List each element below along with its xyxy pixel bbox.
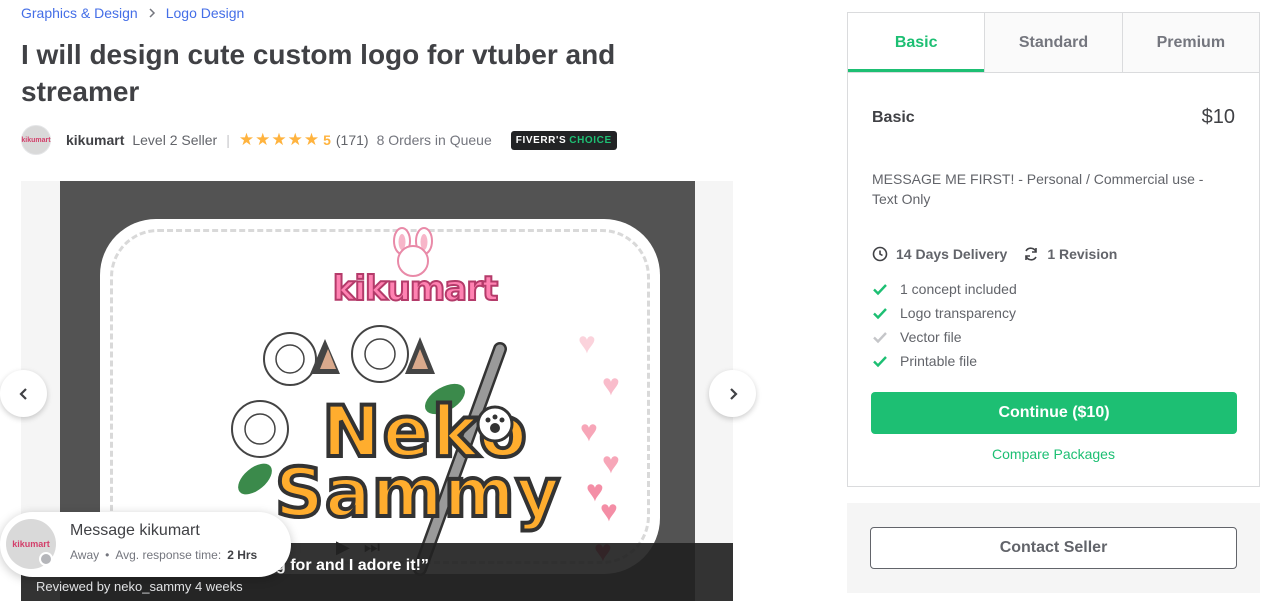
message-avatar-logo: kikumart — [12, 539, 50, 549]
feature-item: 1 concept included — [872, 277, 1017, 301]
delivery-label: 14 Days Delivery — [896, 246, 1008, 262]
package-card: Basic Standard Premium Basic $10 MESSAGE… — [847, 12, 1260, 487]
heart-icon: ♥ — [602, 369, 620, 402]
breadcrumb-link-graphics-design[interactable]: Graphics & Design — [21, 5, 138, 21]
contact-seller-section: Contact Seller — [847, 503, 1260, 593]
seller-avatar-logo: kikumart — [21, 136, 51, 144]
gig-title: I will design cute custom logo for vtube… — [21, 39, 616, 107]
paw-badge-icon — [476, 405, 514, 443]
star-icon: ★ — [238, 130, 255, 149]
skip-next-icon[interactable]: ⏭ — [364, 537, 380, 558]
delivery-time: 14 Days Delivery — [872, 246, 1007, 262]
badge-prefix: FIVERR'S — [515, 134, 567, 146]
review-quote: g for and I adore it!” — [276, 557, 429, 574]
star-icon: ★ — [303, 130, 320, 149]
chevron-right-icon — [148, 8, 156, 18]
heart-icon: ♥ — [600, 495, 618, 528]
response-time-value: 2 Hrs — [227, 548, 258, 562]
tab-standard[interactable]: Standard — [984, 13, 1122, 72]
compare-packages-link[interactable]: Compare Packages — [848, 446, 1259, 462]
response-time-label: Avg. response time: — [115, 548, 222, 562]
feature-label: Printable file — [900, 353, 978, 369]
divider: | — [226, 132, 230, 148]
breadcrumb: Graphics & Design Logo Design — [21, 5, 244, 21]
media-controls: ▶ ⏭ — [336, 537, 380, 558]
revision-label: 1 Revision — [1047, 246, 1118, 262]
feature-list: 1 concept included Logo transparency Vec… — [872, 277, 1017, 373]
contact-seller-button[interactable]: Contact Seller — [870, 527, 1237, 569]
seller-overview: kikumart kikumart Level 2 Seller | ★ ★ ★… — [21, 125, 617, 155]
artwork-line-2: Sammy — [273, 454, 562, 533]
package-header: Basic $10 — [872, 106, 1235, 129]
message-seller-status: Away • Avg. response time: 2 Hrs — [70, 548, 257, 562]
revision-count: 1 Revision — [1023, 246, 1117, 262]
star-icon: ★ — [271, 130, 287, 149]
breadcrumb-link-logo-design[interactable]: Logo Design — [166, 5, 245, 21]
star-icon: ★ — [287, 130, 303, 149]
fiverrs-choice-badge: FIVERR'S CHOICE — [510, 130, 617, 150]
review-count[interactable]: (171) — [336, 132, 369, 148]
message-seller-widget[interactable]: kikumart Message kikumart Away • Avg. re… — [0, 512, 291, 577]
clock-icon — [872, 246, 888, 262]
feature-label: Logo transparency — [900, 305, 1016, 321]
message-seller-title: Message kikumart — [70, 522, 200, 539]
away-status-dot — [39, 552, 53, 566]
tab-basic[interactable]: Basic — [848, 13, 985, 72]
heart-icon: ♥ — [580, 415, 598, 448]
package-name: Basic — [872, 108, 915, 126]
check-icon — [873, 332, 887, 344]
feature-label: 1 concept included — [900, 281, 1017, 297]
seller-avatar[interactable]: kikumart — [21, 125, 51, 155]
check-icon — [873, 284, 887, 296]
feature-item: Vector file — [872, 325, 1017, 349]
bullet-separator: • — [105, 548, 110, 562]
gallery-next-button[interactable] — [709, 370, 756, 417]
chevron-left-icon — [18, 387, 27, 400]
play-icon[interactable]: ▶ — [336, 537, 350, 558]
rating-stars[interactable]: ★ ★ ★ ★ ★ — [238, 130, 320, 149]
package-price: $10 — [1201, 106, 1235, 128]
star-icon: ★ — [255, 130, 271, 149]
feature-item: Printable file — [872, 349, 1017, 373]
feature-label: Vector file — [900, 329, 962, 345]
orders-in-queue: 8 Orders in Queue — [376, 132, 492, 148]
package-description: MESSAGE ME FIRST! - Personal / Commercia… — [872, 171, 1204, 207]
rating-score: 5 — [323, 132, 331, 148]
artwork-brand-text: kikumart — [332, 268, 499, 310]
check-icon — [873, 308, 887, 320]
review-author: Reviewed by neko_sammy 4 weeks — [36, 579, 243, 594]
badge-accent: CHOICE — [569, 134, 612, 146]
seller-status: Away — [70, 548, 100, 562]
heart-icon: ♥ — [578, 327, 596, 360]
seller-level: Level 2 Seller — [132, 132, 218, 148]
gallery-prev-button[interactable] — [0, 370, 47, 417]
tab-premium[interactable]: Premium — [1121, 13, 1259, 72]
check-icon — [873, 356, 887, 368]
feature-item: Logo transparency — [872, 301, 1017, 325]
package-tabs: Basic Standard Premium — [848, 13, 1259, 73]
refresh-icon — [1025, 247, 1038, 261]
package-delivery-info: 14 Days Delivery 1 Revision — [872, 246, 1117, 262]
continue-button[interactable]: Continue ($10) — [871, 392, 1237, 434]
seller-name[interactable]: kikumart — [66, 132, 124, 148]
heart-icon: ♥ — [602, 447, 620, 480]
chevron-right-icon — [729, 387, 738, 400]
